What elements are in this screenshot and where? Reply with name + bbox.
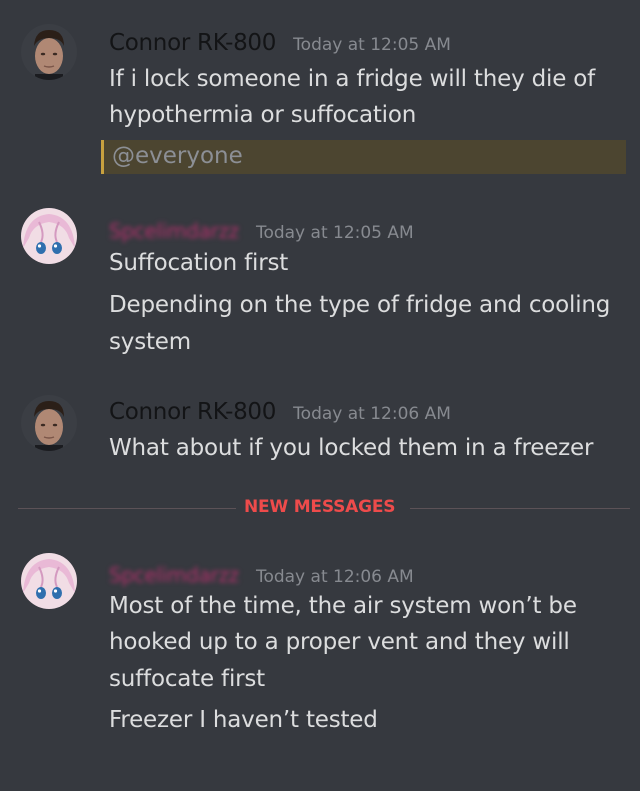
mention-everyone[interactable]: @everyone (112, 143, 243, 169)
message-text: hooked up to a proper vent and they will (109, 629, 570, 655)
timestamp[interactable]: Today at 12:06 AM (256, 567, 414, 587)
message-text: Depending on the type of fridge and cool… (109, 292, 611, 318)
username[interactable]: Connor RK-800 (109, 30, 276, 56)
username[interactable]: Spcelimdarzz (109, 563, 239, 587)
message-text: If i lock someone in a fridge will they … (109, 66, 596, 92)
connor-avatar-icon[interactable] (21, 395, 77, 451)
message-header: Spcelimdarzz Today at 12:05 AM (109, 219, 414, 243)
timestamp[interactable]: Today at 12:06 AM (293, 404, 451, 424)
mention-highlight: @everyone (101, 140, 626, 174)
divider-line-right (410, 508, 630, 509)
anime-girl-avatar-icon[interactable] (21, 553, 77, 609)
message-text: system (109, 329, 191, 355)
message-text: hypothermia or suffocation (109, 102, 417, 128)
message-text: What about if you locked them in a freez… (109, 435, 594, 461)
chat-log: Connor RK-800 Today at 12:05 AM If i loc… (0, 0, 640, 791)
message-text: Freezer I haven’t tested (109, 707, 378, 733)
connor-avatar-icon[interactable] (21, 24, 77, 80)
message-text: Suffocation first (109, 250, 289, 276)
message-text: Most of the time, the air system won’t b… (109, 593, 577, 619)
new-messages-divider: NEW MESSAGES (244, 497, 396, 517)
anime-girl-avatar-icon[interactable] (21, 208, 77, 264)
message-header: Connor RK-800 Today at 12:05 AM (109, 30, 451, 56)
timestamp[interactable]: Today at 12:05 AM (293, 35, 451, 55)
message-text: suffocate first (109, 666, 265, 692)
username[interactable]: Spcelimdarzz (109, 219, 239, 243)
timestamp[interactable]: Today at 12:05 AM (256, 223, 414, 243)
message-header: Spcelimdarzz Today at 12:06 AM (109, 563, 414, 587)
message-header: Connor RK-800 Today at 12:06 AM (109, 399, 451, 425)
divider-line-left (18, 508, 236, 509)
username[interactable]: Connor RK-800 (109, 399, 276, 425)
